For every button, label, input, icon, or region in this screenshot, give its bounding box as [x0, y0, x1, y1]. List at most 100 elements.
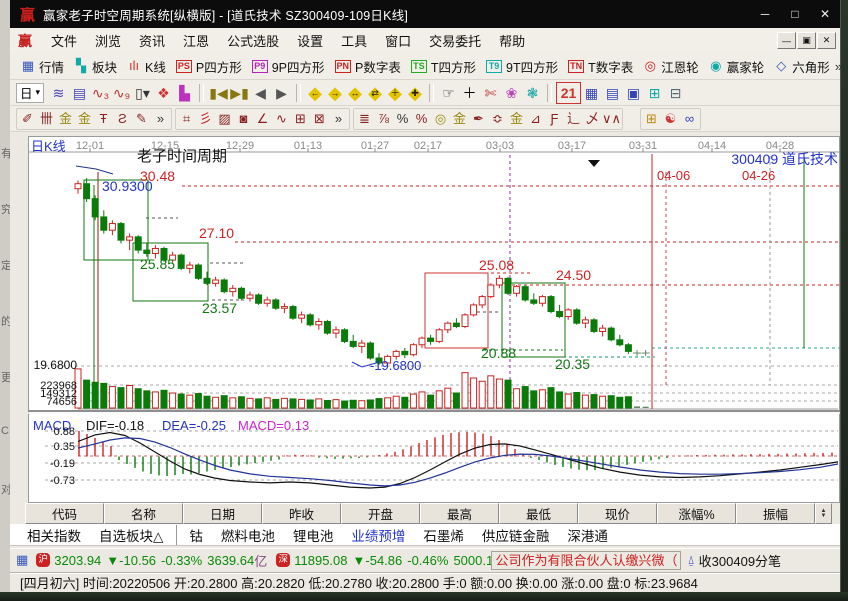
angle-lines-icon[interactable]: ∠ — [253, 109, 272, 129]
column-header-9[interactable]: 振幅 — [736, 503, 815, 524]
pen-tool-icon[interactable]: ✐ — [18, 109, 37, 129]
toolbar-gann-wheel[interactable]: ◎ 江恩轮 — [638, 56, 704, 77]
tab-3[interactable]: 燃料电池 — [212, 525, 284, 545]
mdi-minimize-button[interactable]: — — [777, 32, 796, 49]
gold-band-icon[interactable]: 金 — [507, 109, 526, 129]
tab-0[interactable]: 相关指数 — [18, 525, 90, 545]
column-header-6[interactable]: 最低 — [499, 503, 578, 524]
menu-item-8[interactable]: 交易委托 — [420, 29, 490, 52]
compress-icon[interactable]: ◆ ＋ — [385, 83, 405, 103]
tab-4[interactable]: 锂电池 — [284, 525, 343, 545]
toolbar-hexagon[interactable]: ◇ 六角形 — [769, 56, 835, 77]
more2-icon[interactable]: » — [329, 109, 348, 129]
kline-chart[interactable]: 12-01 12-15 12-29 01-13 01-27 02-17 03-03 03-17… — [28, 136, 840, 503]
minimize-button[interactable]: ─ — [750, 0, 780, 28]
calendar-icon[interactable]: 21 — [556, 81, 582, 104]
pattern-icon[interactable]: ❖ — [153, 83, 174, 103]
zoom-both-icon[interactable]: ◆ ↔ — [345, 83, 365, 103]
next-icon[interactable]: ▶ — [271, 83, 292, 103]
toolbar-9p-square[interactable]: P9 9P四方形 — [247, 56, 330, 77]
toolbar-kline[interactable]: ılı K线 — [122, 56, 171, 77]
notes-icon[interactable]: ▤ — [602, 83, 623, 103]
column-header-5[interactable]: 最高 — [420, 503, 499, 524]
more1-icon[interactable]: » — [151, 109, 170, 129]
menu-item-1[interactable]: 浏览 — [86, 29, 130, 52]
period-select[interactable]: 日 ▾ — [16, 82, 45, 103]
save-icon[interactable]: ▣ — [623, 83, 644, 103]
news-marquee[interactable]: 公司作为有限合伙人认缴兴微（ — [491, 550, 682, 570]
grid-a-icon[interactable]: ⊞ — [291, 109, 310, 129]
rail1-icon[interactable]: 卌 — [37, 109, 56, 129]
gold-rail1-icon[interactable]: 金 — [56, 109, 75, 129]
column-header-4[interactable]: 开盘 — [341, 503, 420, 524]
prev-icon[interactable]: ◀ — [250, 83, 271, 103]
mdi-restore-button[interactable]: ▣ — [797, 32, 816, 49]
gann-line-icon[interactable]: 乄 — [583, 109, 602, 129]
zigzag-icon[interactable]: ∿ — [272, 109, 291, 129]
frame-tool-icon[interactable]: ⌗ — [177, 109, 196, 129]
candle-style-icon[interactable]: ▯▾ — [132, 83, 153, 103]
taiji-icon[interactable]: ☯ — [661, 109, 680, 129]
ma9-icon[interactable]: ∿₉ — [111, 83, 132, 103]
quote-list-icon[interactable]: ▦ — [16, 552, 28, 568]
fib-icon[interactable]: ⅞ — [374, 109, 393, 129]
note-icon[interactable]: ▤ — [69, 83, 90, 103]
percent-icon[interactable]: % — [393, 109, 412, 129]
calculator-icon[interactable]: ▦ — [581, 83, 602, 103]
first-page-icon[interactable]: ▮◀ — [208, 83, 229, 103]
infinity-icon[interactable]: ∞ — [680, 109, 699, 129]
menu-item-0[interactable]: 文件 — [42, 29, 86, 52]
tab-7[interactable]: 供应链金融 — [473, 525, 559, 545]
j-line-icon[interactable]: ⊿ — [526, 109, 545, 129]
menu-item-5[interactable]: 设置 — [288, 29, 332, 52]
column-header-0[interactable]: 代码 — [25, 503, 104, 524]
speed-line-icon[interactable]: 辶 — [564, 109, 583, 129]
tab-6[interactable]: 石墨烯 — [414, 525, 473, 545]
f-line-icon[interactable]: Ƒ — [545, 109, 564, 129]
menu-item-7[interactable]: 窗口 — [376, 29, 420, 52]
toolbar-t-square[interactable]: TS T四方形 — [406, 56, 481, 77]
cloud-tool-icon[interactable]: ❃ — [522, 83, 543, 103]
tab-5[interactable]: 业绩预增 — [342, 525, 414, 545]
ma3-icon[interactable]: ∿₃ — [90, 83, 111, 103]
box-fan-icon[interactable]: ▨ — [215, 109, 234, 129]
menu-item-6[interactable]: 工具 — [332, 29, 376, 52]
gold-rail2-icon[interactable]: 金 — [75, 109, 94, 129]
mdi-close-button[interactable]: ✕ — [817, 32, 836, 49]
tab-8[interactable]: 深港通 — [558, 525, 617, 545]
menu-item-3[interactable]: 江恩 — [174, 29, 218, 52]
tab-2[interactable]: 钴 — [176, 524, 212, 545]
arrow-pen-icon[interactable]: ✒ — [469, 109, 488, 129]
f-rail-icon[interactable]: Ŧ — [94, 109, 113, 129]
zoom-left-icon[interactable]: ◆ ← — [305, 83, 325, 103]
cut-icon[interactable]: ✄ — [480, 83, 501, 103]
net-icon[interactable]: ⊞ — [644, 83, 665, 103]
circle-fan-icon[interactable]: ◙ — [234, 109, 253, 129]
column-header-7[interactable]: 现价 — [578, 503, 657, 524]
brush-tool-icon[interactable]: ✎ — [132, 109, 151, 129]
hand-tool-icon[interactable]: ☞ — [438, 83, 459, 103]
menu-item-4[interactable]: 公式选股 — [218, 29, 288, 52]
crosshair-icon[interactable]: ＋ — [459, 83, 480, 103]
gold-level-icon[interactable]: 金 — [450, 109, 469, 129]
toolbar-t-number[interactable]: TN T数字表 — [563, 56, 638, 77]
tick-feed-label[interactable]: 收300409分笔 — [699, 551, 781, 570]
maximize-button[interactable]: □ — [780, 0, 810, 28]
w-pattern-icon[interactable]: ∨∧ — [602, 109, 621, 129]
gold-circle-icon[interactable]: ◎ — [431, 109, 450, 129]
zoom-right-icon[interactable]: ◆ → — [325, 83, 345, 103]
toolbar-winner-wheel[interactable]: ◉ 赢家轮 — [704, 56, 770, 77]
column-header-2[interactable]: 日期 — [183, 503, 262, 524]
menu-item-9[interactable]: 帮助 — [490, 29, 534, 52]
grid-toggle-icon[interactable]: ⊞ — [642, 109, 661, 129]
close-button[interactable]: ✕ — [810, 0, 840, 28]
toolbar-quotes[interactable]: ▦ 行情 — [16, 56, 69, 77]
toolbar-overflow-button[interactable]: » — [835, 59, 848, 74]
band-icon[interactable]: ≎ — [488, 109, 507, 129]
header-spinner[interactable]: ▲ ▼ — [815, 503, 832, 524]
toolbar-9t-square[interactable]: T9 9T四方形 — [481, 56, 563, 77]
tab-1[interactable]: 自选板块△ — [90, 525, 172, 545]
s-rail-icon[interactable]: Ƨ — [113, 109, 132, 129]
levels-icon[interactable]: ≣ — [355, 109, 374, 129]
toolbar-sectors[interactable]: ▚ 板块 — [69, 56, 122, 77]
